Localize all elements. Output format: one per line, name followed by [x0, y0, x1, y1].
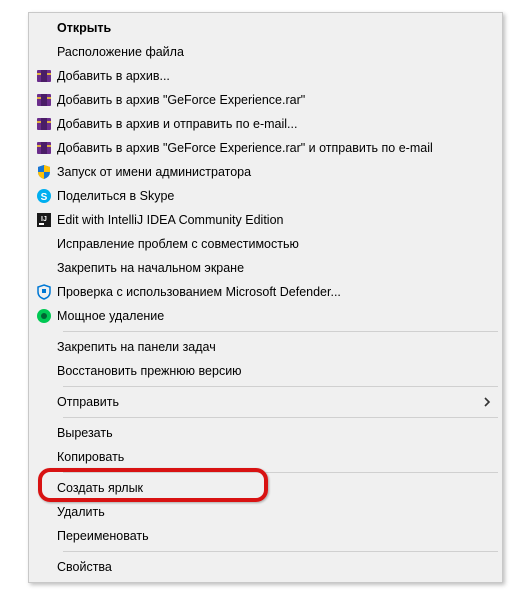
admin-shield-icon [31, 160, 57, 184]
menu-troubleshoot-compat[interactable]: Исправление проблем с совместимостью [31, 232, 500, 256]
defender-shield-icon [31, 280, 57, 304]
menu-properties[interactable]: Свойства [31, 555, 500, 579]
menu-cut[interactable]: Вырезать [31, 421, 500, 445]
menu-label: Расположение файла [57, 45, 494, 59]
no-icon [31, 445, 57, 469]
no-icon [31, 359, 57, 383]
menu-label: Свойства [57, 560, 494, 574]
no-icon [31, 500, 57, 524]
no-icon [31, 476, 57, 500]
menu-label: Открыть [57, 21, 494, 35]
menu-label: Запуск от имени администратора [57, 165, 494, 179]
intellij-icon: IJ [31, 208, 57, 232]
menu-label: Edit with IntelliJ IDEA Community Editio… [57, 213, 494, 227]
menu-label: Закрепить на панели задач [57, 340, 494, 354]
menu-pin-to-start[interactable]: Закрепить на начальном экране [31, 256, 500, 280]
menu-create-shortcut[interactable]: Создать ярлык [31, 476, 500, 500]
svg-text:IJ: IJ [41, 216, 47, 223]
menu-label: Мощное удаление [57, 309, 494, 323]
menu-add-archive-email[interactable]: Добавить в архив и отправить по e-mail..… [31, 112, 500, 136]
menu-rename[interactable]: Переименовать [31, 524, 500, 548]
menu-label: Добавить в архив "GeForce Experience.rar… [57, 141, 494, 155]
menu-send-to[interactable]: Отправить [31, 390, 500, 414]
menu-label: Проверка с использованием Microsoft Defe… [57, 285, 494, 299]
no-icon [31, 390, 57, 414]
menu-power-delete[interactable]: Мощное удаление [31, 304, 500, 328]
chevron-right-icon [480, 396, 494, 408]
menu-separator [63, 417, 498, 418]
no-icon [31, 421, 57, 445]
menu-pin-to-taskbar[interactable]: Закрепить на панели задач [31, 335, 500, 359]
menu-label: Закрепить на начальном экране [57, 261, 494, 275]
menu-label: Добавить в архив... [57, 69, 494, 83]
menu-label: Добавить в архив и отправить по e-mail..… [57, 117, 494, 131]
menu-label: Восстановить прежнюю версию [57, 364, 494, 378]
no-icon [31, 524, 57, 548]
menu-label: Удалить [57, 505, 494, 519]
menu-share-skype[interactable]: S Поделиться в Skype [31, 184, 500, 208]
iobit-icon [31, 304, 57, 328]
no-icon [31, 555, 57, 579]
context-menu: Открыть Расположение файла Добавить в ар… [28, 12, 503, 583]
menu-edit-intellij[interactable]: IJ Edit with IntelliJ IDEA Community Edi… [31, 208, 500, 232]
menu-label: Создать ярлык [57, 481, 494, 495]
menu-separator [63, 472, 498, 473]
menu-separator [63, 551, 498, 552]
menu-label: Добавить в архив "GeForce Experience.rar… [57, 93, 494, 107]
menu-open-file-location[interactable]: Расположение файла [31, 40, 500, 64]
menu-scan-defender[interactable]: Проверка с использованием Microsoft Defe… [31, 280, 500, 304]
menu-label: Переименовать [57, 529, 494, 543]
skype-icon: S [31, 184, 57, 208]
menu-copy[interactable]: Копировать [31, 445, 500, 469]
menu-restore-previous[interactable]: Восстановить прежнюю версию [31, 359, 500, 383]
menu-add-to-named-archive[interactable]: Добавить в архив "GeForce Experience.rar… [31, 88, 500, 112]
menu-label: Вырезать [57, 426, 494, 440]
winrar-icon [31, 136, 57, 160]
no-icon [31, 335, 57, 359]
menu-delete[interactable]: Удалить [31, 500, 500, 524]
winrar-icon [31, 88, 57, 112]
menu-label: Исправление проблем с совместимостью [57, 237, 494, 251]
svg-text:S: S [41, 192, 48, 203]
menu-label: Копировать [57, 450, 494, 464]
menu-open[interactable]: Открыть [31, 16, 500, 40]
menu-separator [63, 386, 498, 387]
no-icon [31, 256, 57, 280]
no-icon [31, 16, 57, 40]
menu-run-as-admin[interactable]: Запуск от имени администратора [31, 160, 500, 184]
no-icon [31, 40, 57, 64]
menu-add-to-archive[interactable]: Добавить в архив... [31, 64, 500, 88]
winrar-icon [31, 112, 57, 136]
winrar-icon [31, 64, 57, 88]
no-icon [31, 232, 57, 256]
menu-label: Поделиться в Skype [57, 189, 494, 203]
menu-add-named-archive-email[interactable]: Добавить в архив "GeForce Experience.rar… [31, 136, 500, 160]
menu-label: Отправить [57, 395, 480, 409]
menu-separator [63, 331, 498, 332]
